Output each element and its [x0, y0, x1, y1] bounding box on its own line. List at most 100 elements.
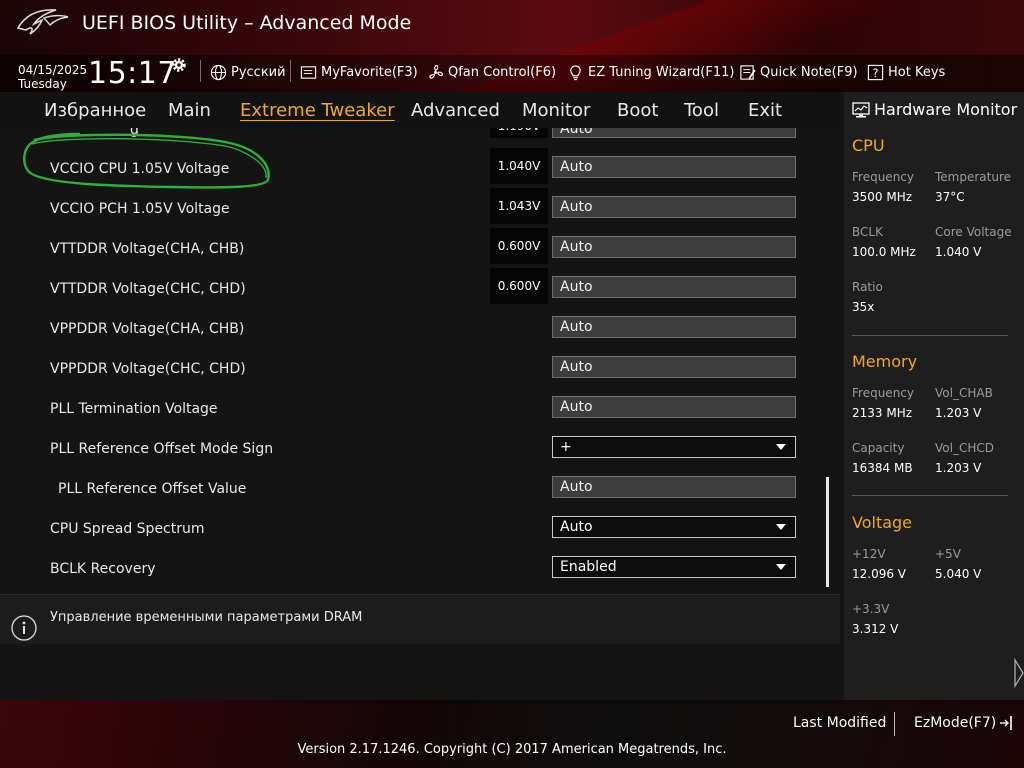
setting-label: VTTDDR Voltage(CHC, CHD) — [50, 281, 246, 297]
info-icon — [11, 615, 37, 641]
vol-chcd-label: Vol_CHCD — [935, 441, 994, 455]
setting-label: PLL Reference Offset Mode Sign — [50, 441, 274, 457]
quick-note-label: Quick Note(F9) — [760, 64, 858, 80]
last-modified-button[interactable]: Last Modified — [793, 715, 886, 731]
cpu-frequency-label: Frequency — [852, 170, 914, 184]
voltage-section-title: Voltage — [852, 513, 913, 532]
voltage-readout: 1.040V — [490, 148, 548, 184]
setting-dropdown[interactable]: Enabled — [552, 556, 796, 578]
setting-row-pll-offset-sign[interactable]: PLL Reference Offset Mode Sign + — [0, 430, 840, 470]
capacity-label: Capacity — [852, 441, 905, 455]
hardware-monitor-label: Hardware Monitor — [874, 100, 1018, 119]
help-key-icon: ? — [867, 64, 884, 80]
scrollbar[interactable] — [826, 477, 829, 587]
qfan-label: Qfan Control(F6) — [448, 64, 557, 80]
settings-list: g 1.190V Auto VCCIO CPU 1.05V Voltage 1.… — [0, 128, 840, 590]
ez-tuning-label: EZ Tuning Wizard(F11) — [588, 64, 735, 80]
setting-label: g — [130, 128, 139, 138]
setting-row-pll-termination[interactable]: PLL Termination Voltage Auto — [0, 390, 840, 430]
chevron-down-icon — [776, 524, 786, 530]
ezmode-button[interactable]: EzMode(F7) — [914, 715, 1013, 731]
setting-value-field[interactable]: Auto — [552, 276, 796, 298]
v12-value: 12.096 V — [852, 567, 907, 581]
memory-frequency-value: 2133 MHz — [852, 406, 913, 420]
setting-label: VCCIO PCH 1.05V Voltage — [50, 201, 230, 217]
tab-monitor[interactable]: Monitor — [522, 100, 590, 121]
setting-value-field[interactable]: Auto — [552, 356, 796, 378]
cpu-section-title: CPU — [852, 136, 885, 155]
hot-keys-button[interactable]: ? Hot Keys — [867, 62, 945, 82]
vol-chcd-value: 1.203 V — [935, 461, 982, 475]
setting-value-field[interactable]: Auto — [552, 196, 796, 218]
help-panel-body — [0, 644, 840, 700]
lightbulb-icon — [570, 64, 581, 80]
svg-text:?: ? — [872, 65, 878, 79]
fan-icon — [429, 64, 443, 79]
language-button[interactable]: Русский — [210, 62, 286, 82]
header-separator — [290, 60, 291, 82]
qfan-control-button[interactable]: Qfan Control(F6) — [427, 62, 556, 82]
voltage-readout: 1.043V — [490, 188, 548, 224]
setting-row-vccio-pch[interactable]: VCCIO PCH 1.05V Voltage 1.043V Auto — [0, 188, 840, 230]
vol-chab-label: Vol_CHAB — [935, 386, 993, 400]
setting-value-field[interactable]: Auto — [552, 476, 796, 498]
setting-dropdown[interactable]: Auto — [552, 516, 796, 538]
cpu-frequency-value: 3500 MHz — [852, 190, 913, 204]
setting-label: BCLK Recovery — [50, 561, 156, 577]
setting-value-field[interactable]: Auto — [552, 396, 796, 418]
setting-label: VCCIO CPU 1.05V Voltage — [50, 161, 230, 177]
tab-favorites[interactable]: Избранное — [44, 100, 146, 121]
setting-row-vccio-cpu[interactable]: VCCIO CPU 1.05V Voltage 1.040V Auto — [0, 148, 840, 190]
myfavorite-button[interactable]: MyFavorite(F3) — [300, 62, 418, 82]
dropdown-value: Enabled — [560, 559, 617, 575]
app-title: UEFI BIOS Utility – Advanced Mode — [82, 12, 412, 34]
ezmode-label: EzMode(F7) — [914, 715, 997, 731]
ez-tuning-wizard-button[interactable]: EZ Tuning Wizard(F11) — [567, 62, 734, 82]
tab-exit[interactable]: Exit — [748, 100, 782, 121]
v33-value: 3.312 V — [852, 622, 899, 636]
setting-row-vppddr-chab[interactable]: VPPDDR Voltage(CHA, CHB) Auto — [0, 310, 840, 350]
myfavorite-label: MyFavorite(F3) — [321, 64, 418, 80]
setting-row-vppddr-chcd[interactable]: VPPDDR Voltage(CHC, CHD) Auto — [0, 350, 840, 390]
setting-row-pll-offset-value[interactable]: PLL Reference Offset Value Auto — [0, 470, 840, 510]
setting-value-field[interactable]: Auto — [552, 316, 796, 338]
v33-label: +3.3V — [852, 602, 890, 616]
setting-value-field[interactable]: Auto — [552, 236, 796, 258]
weekday-display: Tuesday — [18, 77, 67, 91]
setting-value-field[interactable]: Auto — [552, 156, 796, 178]
tab-boot[interactable]: Boot — [617, 100, 658, 121]
setting-row-cpu-spread-spectrum[interactable]: CPU Spread Spectrum Auto — [0, 510, 840, 550]
gear-icon[interactable] — [170, 56, 188, 74]
setting-row-vttddr-chab[interactable]: VTTDDR Voltage(CHA, CHB) 0.600V Auto — [0, 228, 840, 270]
setting-label: VTTDDR Voltage(CHA, CHB) — [50, 241, 245, 257]
memory-section-title: Memory — [852, 352, 918, 371]
bclk-value: 100.0 MHz — [852, 245, 916, 259]
quick-note-button[interactable]: Quick Note(F9) — [739, 62, 858, 82]
setting-row-bclk-recovery[interactable]: BCLK Recovery Enabled — [0, 550, 840, 590]
main-tab-bar: Избранное Main Extreme Tweaker Advanced … — [0, 92, 840, 128]
tab-extreme-tweaker[interactable]: Extreme Tweaker — [240, 100, 395, 121]
monitor-icon — [852, 101, 870, 117]
hardware-monitor-title: Hardware Monitor — [852, 100, 1017, 119]
bclk-label: BCLK — [852, 225, 883, 239]
tab-advanced[interactable]: Advanced — [411, 100, 500, 121]
favorite-list-icon — [300, 65, 317, 79]
voltage-readout: 1.190V — [490, 128, 548, 138]
dropdown-value: + — [560, 439, 572, 455]
setting-value-field[interactable]: Auto — [552, 128, 796, 138]
core-voltage-label: Core Voltage — [935, 225, 1012, 239]
v5-label: +5V — [935, 547, 961, 561]
rog-logo-icon — [16, 9, 69, 35]
exit-arrow-icon — [1000, 716, 1013, 730]
setting-dropdown[interactable]: + — [552, 436, 796, 458]
setting-row-vttddr-chcd[interactable]: VTTDDR Voltage(CHC, CHD) 0.600V Auto — [0, 268, 840, 310]
footer-separator — [894, 712, 895, 736]
tab-main[interactable]: Main — [168, 100, 211, 121]
version-text: Version 2.17.1246. Copyright (C) 2017 Am… — [297, 742, 727, 757]
collapse-arrow-icon[interactable] — [1013, 658, 1024, 688]
setting-label: PLL Termination Voltage — [50, 401, 218, 417]
setting-label: PLL Reference Offset Value — [58, 481, 247, 497]
chevron-down-icon — [776, 564, 786, 570]
tab-tool[interactable]: Tool — [684, 100, 719, 121]
ratio-value: 35x — [852, 300, 875, 314]
